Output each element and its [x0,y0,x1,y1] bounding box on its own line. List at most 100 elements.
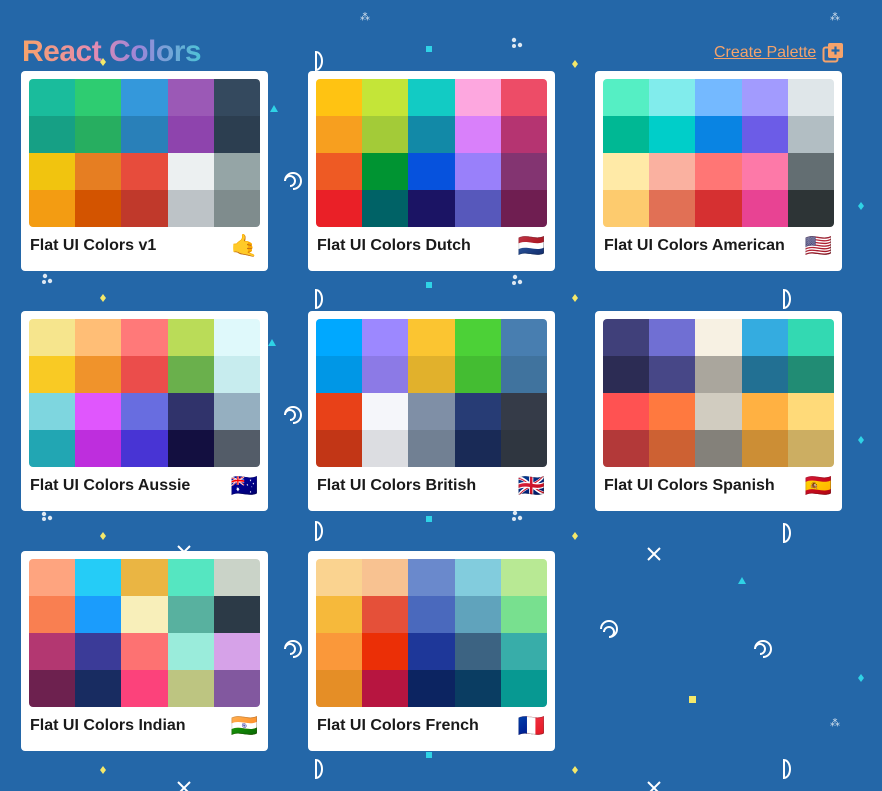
color-swatch [500,670,547,707]
palette-flag-icon: 🇪🇸 [804,473,832,498]
color-swatch [121,633,168,670]
color-swatch [167,559,214,596]
color-swatch [213,319,260,356]
palette-card[interactable]: Flat UI Colors Spanish 🇪🇸 [595,311,842,511]
palette-card[interactable]: Flat UI Colors v1 🤙 [21,71,268,271]
color-swatch [454,430,501,467]
color-swatch [741,319,788,356]
color-swatch [695,393,742,430]
palette-card[interactable]: Flat UI Colors American 🇺🇸 [595,71,842,271]
color-swatch [75,356,122,393]
color-swatch [408,559,455,596]
color-swatch [787,79,834,116]
palette-emoji-icon: 🤙 [230,233,258,258]
palette-grid: Flat UI Colors v1 🤙 Flat UI Colors Dutch… [21,71,842,751]
color-swatch [362,430,409,467]
color-swatch [362,319,409,356]
color-swatch [167,319,214,356]
svg-text:⁂: ⁂ [360,11,370,23]
palette-card[interactable]: Flat UI Colors French 🇫🇷 [308,551,555,751]
color-swatch [500,356,547,393]
palette-card[interactable]: Flat UI Colors Aussie 🇦🇺 [21,311,268,511]
color-swatch [316,633,363,670]
color-swatch [454,116,501,153]
palette-name: Flat UI Colors British [317,477,477,494]
swatch-grid [603,319,834,467]
color-swatch [316,79,363,116]
color-swatch [603,116,650,153]
color-swatch [75,596,122,633]
color-swatch [316,670,363,707]
color-swatch [316,596,363,633]
color-swatch [213,596,260,633]
color-swatch [121,116,168,153]
color-swatch [362,633,409,670]
color-swatch [500,596,547,633]
color-swatch [121,190,168,227]
color-swatch [695,79,742,116]
color-swatch [408,430,455,467]
swatch-grid [316,559,547,707]
palette-flag-icon: 🇦🇺 [230,473,258,498]
color-swatch [408,596,455,633]
palette-flag-icon: 🇺🇸 [804,233,832,258]
color-swatch [29,79,76,116]
app-title: React Colors [22,35,202,68]
color-swatch [29,319,76,356]
palette-name: Flat UI Colors American [604,237,785,254]
color-swatch [121,79,168,116]
color-swatch [29,633,76,670]
swatch-grid [316,319,547,467]
color-swatch [649,153,696,190]
color-swatch [603,190,650,227]
color-swatch [649,79,696,116]
color-swatch [695,153,742,190]
color-swatch [500,319,547,356]
palette-card[interactable]: Flat UI Colors Indian 🇮🇳 [21,551,268,751]
color-swatch [213,559,260,596]
color-swatch [213,116,260,153]
color-swatch [454,633,501,670]
color-swatch [741,79,788,116]
color-swatch [695,430,742,467]
color-swatch [362,356,409,393]
color-swatch [316,393,363,430]
color-swatch [741,393,788,430]
add-icon [822,43,844,63]
color-swatch [649,116,696,153]
palette-name: Flat UI Colors Spanish [604,477,775,494]
create-palette-link[interactable]: Create Palette [714,42,844,64]
color-swatch [362,596,409,633]
palette-name: Flat UI Colors Dutch [317,237,471,254]
color-swatch [408,356,455,393]
color-swatch [75,670,122,707]
svg-text:⁂: ⁂ [830,11,840,23]
color-swatch [213,393,260,430]
color-swatch [408,633,455,670]
color-swatch [649,356,696,393]
color-swatch [695,190,742,227]
color-swatch [362,79,409,116]
color-swatch [408,190,455,227]
color-swatch [29,116,76,153]
palette-card[interactable]: Flat UI Colors British 🇬🇧 [308,311,555,511]
color-swatch [362,670,409,707]
color-swatch [167,430,214,467]
color-swatch [787,393,834,430]
color-swatch [741,190,788,227]
color-swatch [213,670,260,707]
swatch-grid [29,79,260,227]
color-swatch [213,153,260,190]
color-swatch [213,190,260,227]
color-swatch [75,153,122,190]
palette-flag-icon: 🇬🇧 [517,473,545,498]
color-swatch [408,153,455,190]
color-swatch [213,356,260,393]
color-swatch [500,393,547,430]
color-swatch [603,430,650,467]
palette-card[interactable]: Flat UI Colors Dutch 🇳🇱 [308,71,555,271]
color-swatch [213,79,260,116]
color-swatch [121,393,168,430]
color-swatch [454,79,501,116]
color-swatch [167,633,214,670]
